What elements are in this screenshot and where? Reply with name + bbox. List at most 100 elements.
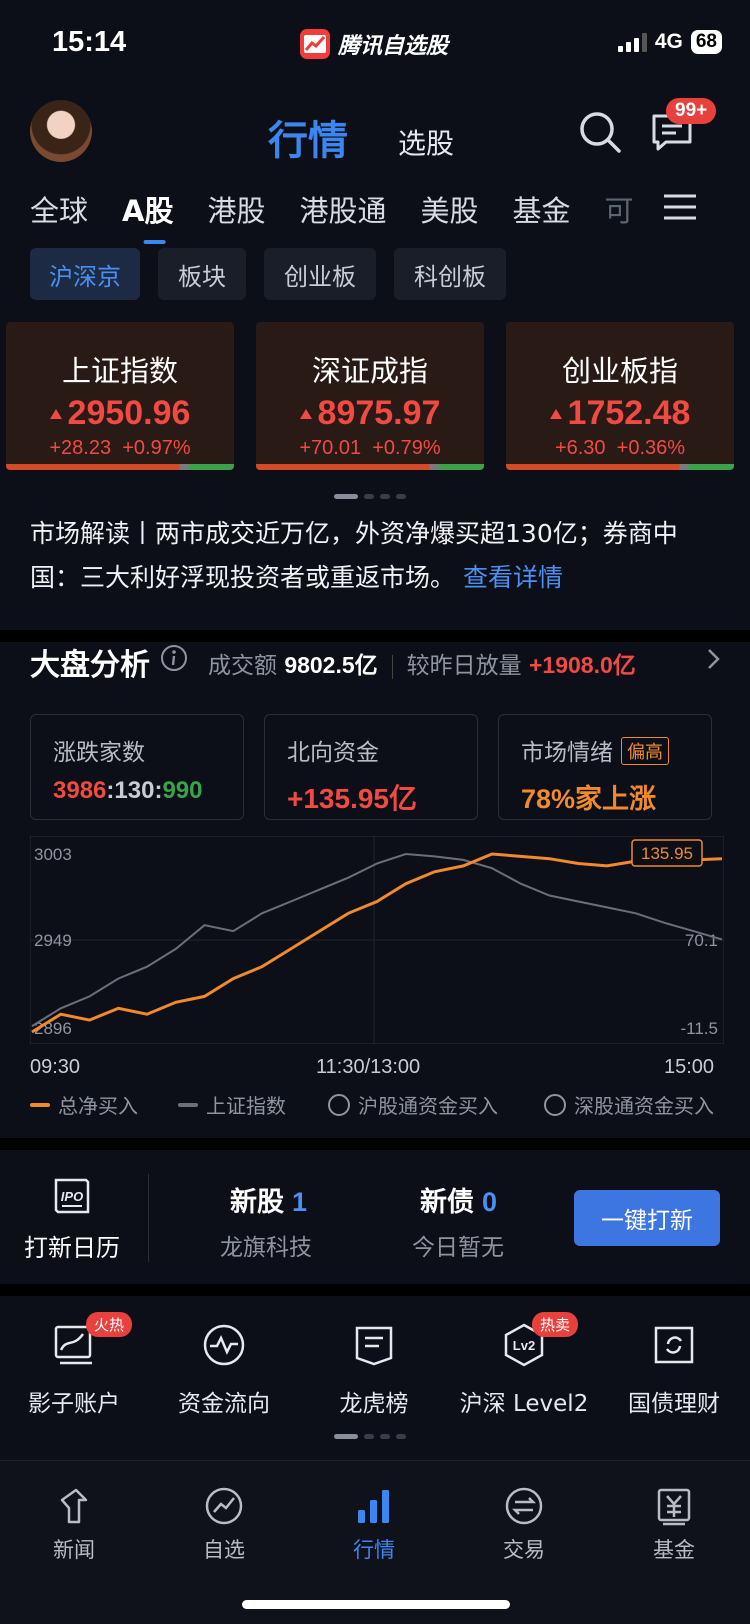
carousel-dots xyxy=(334,494,406,499)
market-tab-us[interactable]: 美股 xyxy=(421,188,479,230)
section-divider xyxy=(0,1138,750,1150)
status-app-name: 腾讯自选股 xyxy=(338,34,449,59)
chevron-right-icon[interactable] xyxy=(706,648,720,674)
nav-trade[interactable]: 交易 xyxy=(474,1486,574,1564)
flow-chart[interactable]: 3003 2949 2896 70.1 -11.5 135.95 xyxy=(30,836,724,1044)
x-tick: 11:30/13:00 xyxy=(316,1056,421,1078)
market-tab-global[interactable]: 全球 xyxy=(30,188,88,230)
nav-news[interactable]: 新闻 xyxy=(24,1486,124,1564)
breadth-bar xyxy=(506,464,734,470)
breadth-bar xyxy=(256,464,484,470)
status-indicators: 4G 68 xyxy=(617,30,722,54)
tool-level2[interactable]: Lv2 沪深 Level2 热卖 xyxy=(450,1312,598,1418)
new-bond-title[interactable]: 新债 0 xyxy=(420,1180,497,1219)
index-change: +70.01 +0.79% xyxy=(299,437,441,459)
index-value: 8975.97 xyxy=(256,394,484,433)
market-tab-a-share[interactable]: A股 xyxy=(122,188,173,230)
segment-chinext[interactable]: 创业板 xyxy=(264,248,376,300)
y-tick-right: -11.5 xyxy=(681,1019,719,1038)
breadth-bar xyxy=(6,464,234,470)
market-tab-fund[interactable]: 基金 xyxy=(513,188,571,230)
ipo-calendar-icon[interactable]: IPO xyxy=(52,1176,92,1220)
market-tab-more[interactable]: 可 xyxy=(605,188,634,230)
index-card[interactable]: 深证成指 8975.97 +70.01 +0.79% xyxy=(256,322,484,470)
segment-hu-shen-jing[interactable]: 沪深京 xyxy=(30,248,140,300)
index-card[interactable]: 创业板指 1752.48 +6.30 +0.36% xyxy=(506,322,734,470)
exchange-icon xyxy=(504,1486,544,1526)
ipo-calendar-label[interactable]: 打新日历 xyxy=(24,1228,120,1263)
ipo-separator xyxy=(148,1174,149,1262)
market-tab-hk[interactable]: 港股 xyxy=(207,188,265,230)
index-card[interactable]: 上证指数 2950.96 +28.23 +0.97% xyxy=(6,322,234,470)
up-arrow-icon xyxy=(49,408,62,419)
y-tick-left: 2949 xyxy=(34,931,72,950)
nav-watchlist[interactable]: 自选 xyxy=(174,1486,274,1564)
market-news[interactable]: 市场解读丨两市成交近万亿，外资净爆买超130亿；券商中国：三大利好浮现投资者或重… xyxy=(30,512,720,600)
tool-dragon-tiger[interactable]: 龙虎榜 xyxy=(300,1322,448,1418)
index-name: 上证指数 xyxy=(61,354,178,388)
news-arrow-icon xyxy=(54,1486,94,1526)
index-change: +28.23 +0.97% xyxy=(49,437,191,459)
bar-chart-icon xyxy=(354,1486,394,1526)
up-arrow-icon xyxy=(299,408,312,419)
market-tab-hk-connect[interactable]: 港股通 xyxy=(299,188,386,230)
analysis-title: 大盘分析 xyxy=(30,648,150,683)
trend-circle-icon xyxy=(204,1486,244,1526)
legend-sh-connect[interactable]: 沪股通资金买入 xyxy=(328,1090,498,1119)
y-tick-left: 3003 xyxy=(34,845,72,864)
new-bond-status: 今日暂无 xyxy=(412,1235,504,1261)
breadth-value: 3986:130:990 xyxy=(53,777,203,804)
message-badge: 99+ xyxy=(666,98,717,124)
tool-treasury[interactable]: 国债理财 xyxy=(600,1322,748,1418)
yuan-icon xyxy=(654,1486,694,1526)
nav-market[interactable]: 行情 xyxy=(324,1486,424,1564)
one-click-subscribe-button[interactable]: 一键打新 xyxy=(574,1190,720,1246)
section-divider xyxy=(0,1284,750,1296)
tool-shadow-account[interactable]: 影子账户 火热 xyxy=(0,1312,148,1418)
tools-carousel-dots xyxy=(334,1434,406,1439)
sentiment-tag: 偏高 xyxy=(621,737,669,765)
tab-stock-picker[interactable]: 选股 xyxy=(398,122,454,162)
index-name: 创业板指 xyxy=(561,354,678,388)
index-value: 1752.48 xyxy=(506,394,734,433)
series-line-net-buy xyxy=(31,852,723,1034)
index-change: +6.30 +0.36% xyxy=(554,437,686,459)
home-indicator[interactable] xyxy=(242,1600,510,1609)
breadth-card[interactable]: 涨跌家数 3986:130:990 xyxy=(30,714,244,820)
x-tick: 09:30 xyxy=(30,1056,81,1078)
legend-index[interactable]: 上证指数 xyxy=(178,1090,286,1119)
index-value: 2950.96 xyxy=(6,394,234,433)
new-stock-name: 龙旗科技 xyxy=(220,1235,312,1261)
network-type: 4G xyxy=(654,30,683,53)
radio-icon xyxy=(328,1093,350,1116)
info-icon[interactable] xyxy=(160,644,188,676)
northbound-card[interactable]: 北向资金 +135.95亿 xyxy=(264,714,478,820)
nav-fund[interactable]: 基金 xyxy=(624,1486,724,1564)
segment-sector[interactable]: 板块 xyxy=(158,248,246,300)
treasury-icon xyxy=(651,1322,697,1368)
market-tabs: 全球 A股 港股 港股通 美股 基金 可 xyxy=(30,188,634,230)
index-name: 深证成指 xyxy=(311,354,428,388)
app-logo-icon xyxy=(300,29,330,59)
news-text: 市场解读丨两市成交近万亿，外资净爆买超130亿；券商中国：三大利好浮现投资者或重… xyxy=(30,519,678,592)
hot-badge: 火热 xyxy=(86,1312,133,1337)
tab-quote[interactable]: 行情 xyxy=(268,108,348,166)
tool-capital-flow[interactable]: 资金流向 xyxy=(150,1322,298,1418)
list-doc-icon xyxy=(351,1322,397,1368)
legend-net-buy[interactable]: 总净买入 xyxy=(30,1090,138,1119)
news-detail-link[interactable]: 查看详情 xyxy=(463,563,563,592)
search-icon[interactable] xyxy=(578,110,622,158)
pulse-icon xyxy=(201,1322,247,1368)
avatar[interactable] xyxy=(30,100,92,162)
new-stock-title[interactable]: 新股 1 xyxy=(230,1180,307,1219)
svg-text:IPO: IPO xyxy=(61,1189,83,1204)
end-value-label: 135.95 xyxy=(641,844,693,863)
sentiment-value: 78%家上涨 xyxy=(521,784,657,814)
status-app: 腾讯自选股 xyxy=(300,28,448,60)
segment-star-market[interactable]: 科创板 xyxy=(394,248,506,300)
turnover-value: 9802.5亿 xyxy=(284,652,378,678)
menu-icon[interactable] xyxy=(656,192,698,226)
sentiment-card[interactable]: 市场情绪 偏高 78%家上涨 xyxy=(498,714,712,820)
legend-sz-connect[interactable]: 深股通资金买入 xyxy=(544,1090,714,1119)
analysis-summary: 成交额 9802.5亿 较昨日放量 +1908.0亿 xyxy=(208,652,636,679)
